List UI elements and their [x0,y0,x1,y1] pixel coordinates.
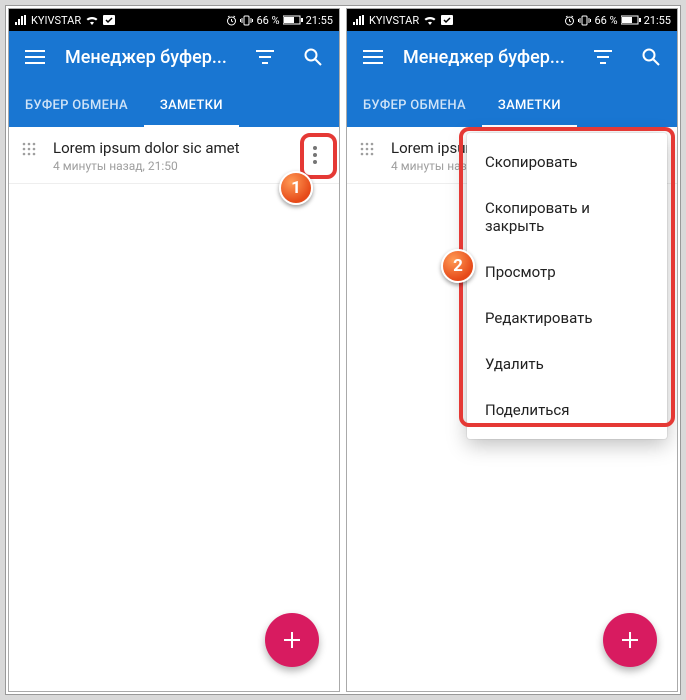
more-button[interactable] [299,139,331,171]
list-item[interactable]: Lorem ipsum dolor sic amet 4 минуты наза… [9,127,339,184]
check-icon [103,15,115,25]
menu-item-edit[interactable]: Редактировать [467,295,667,341]
app-bar: Менеджер буфер... [347,31,677,83]
clock-label: 21:55 [644,14,671,27]
hamburger-icon[interactable] [17,39,53,75]
menu-item-copy[interactable]: Скопировать [467,139,667,185]
drag-handle-icon[interactable] [359,141,379,161]
alarm-icon [226,15,237,26]
battery-label: 66 % [594,14,617,27]
wifi-icon [85,15,99,25]
tab-clipboard[interactable]: БУФЕР ОБМЕНА [347,83,482,127]
battery-icon [621,15,641,25]
fab-add-button[interactable] [603,613,657,667]
vibrate-icon [578,15,591,26]
battery-label: 66 % [256,14,279,27]
menu-item-share[interactable]: Поделиться [467,387,667,433]
tab-notes[interactable]: ЗАМЕТКИ [482,83,577,127]
wifi-icon [423,15,437,25]
signal-icon [353,15,365,25]
check-icon [441,15,453,25]
fab-add-button[interactable] [265,613,319,667]
tabs: БУФЕР ОБМЕНА ЗАМЕТКИ [9,83,339,127]
hamburger-icon[interactable] [355,39,391,75]
phone-screenshot-right: KYIVSTAR 66 % 21:55 [346,8,678,692]
clock-label: 21:55 [306,14,333,27]
search-icon[interactable] [633,39,669,75]
status-bar: KYIVSTAR 66 % 21:55 [9,9,339,31]
menu-item-delete[interactable]: Удалить [467,341,667,387]
carrier-label: KYIVSTAR [31,14,81,27]
status-bar: KYIVSTAR 66 % 21:55 [347,9,677,31]
context-menu: Скопировать Скопировать и закрыть Просмо… [467,133,667,439]
menu-item-view[interactable]: Просмотр [467,249,667,295]
tabs: БУФЕР ОБМЕНА ЗАМЕТКИ [347,83,677,127]
page-title: Менеджер буфер... [65,47,235,68]
search-icon[interactable] [295,39,331,75]
sort-icon[interactable] [585,39,621,75]
battery-icon [283,15,303,25]
menu-item-copy-close[interactable]: Скопировать и закрыть [467,185,667,249]
tab-notes[interactable]: ЗАМЕТКИ [144,83,239,127]
drag-handle-icon[interactable] [21,141,41,161]
page-title: Менеджер буфер... [403,47,573,68]
signal-icon [15,15,27,25]
sort-icon[interactable] [247,39,283,75]
step-number: 2 [453,256,463,276]
alarm-icon [564,15,575,26]
carrier-label: KYIVSTAR [369,14,419,27]
note-timestamp: 4 минуты назад, 21:50 [53,159,295,173]
app-bar: Менеджер буфер... [9,31,339,83]
tab-clipboard[interactable]: БУФЕР ОБМЕНА [9,83,144,127]
vibrate-icon [240,15,253,26]
note-title: Lorem ipsum dolor sic amet [53,139,295,157]
phone-screenshot-left: KYIVSTAR 66 % 21:55 [8,8,340,692]
